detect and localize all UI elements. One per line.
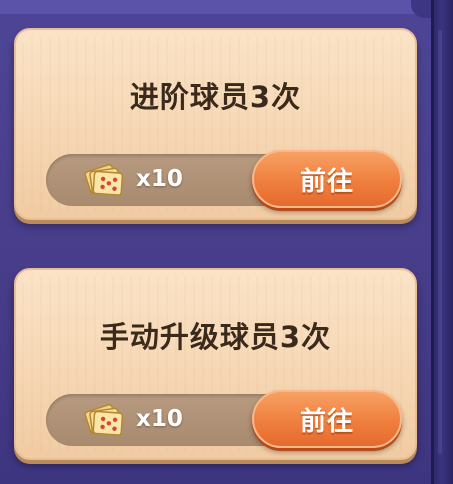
task-title: 进阶球员3次 bbox=[129, 80, 302, 114]
task-title: 手动升级球员3次 bbox=[99, 320, 332, 354]
reward-bar: x10 前往 bbox=[46, 390, 402, 448]
go-button-label: 前往 bbox=[299, 166, 354, 197]
reward-count: x10 bbox=[136, 166, 183, 192]
ticket-bundle-icon bbox=[84, 404, 124, 436]
ticket-bundle-icon bbox=[84, 164, 124, 196]
task-card: 手动升级球员3次 x10 前往 bbox=[14, 268, 417, 460]
task-card: 进阶球员3次 x10 前往 bbox=[14, 28, 417, 220]
reward-count: x10 bbox=[136, 406, 183, 432]
go-button-label: 前往 bbox=[299, 406, 354, 437]
top-border bbox=[0, 0, 453, 14]
go-button[interactable]: 前往 bbox=[252, 390, 402, 448]
reward-bar: x10 前往 bbox=[46, 150, 402, 208]
go-button[interactable]: 前往 bbox=[252, 150, 402, 208]
scrollbar[interactable] bbox=[431, 0, 453, 484]
